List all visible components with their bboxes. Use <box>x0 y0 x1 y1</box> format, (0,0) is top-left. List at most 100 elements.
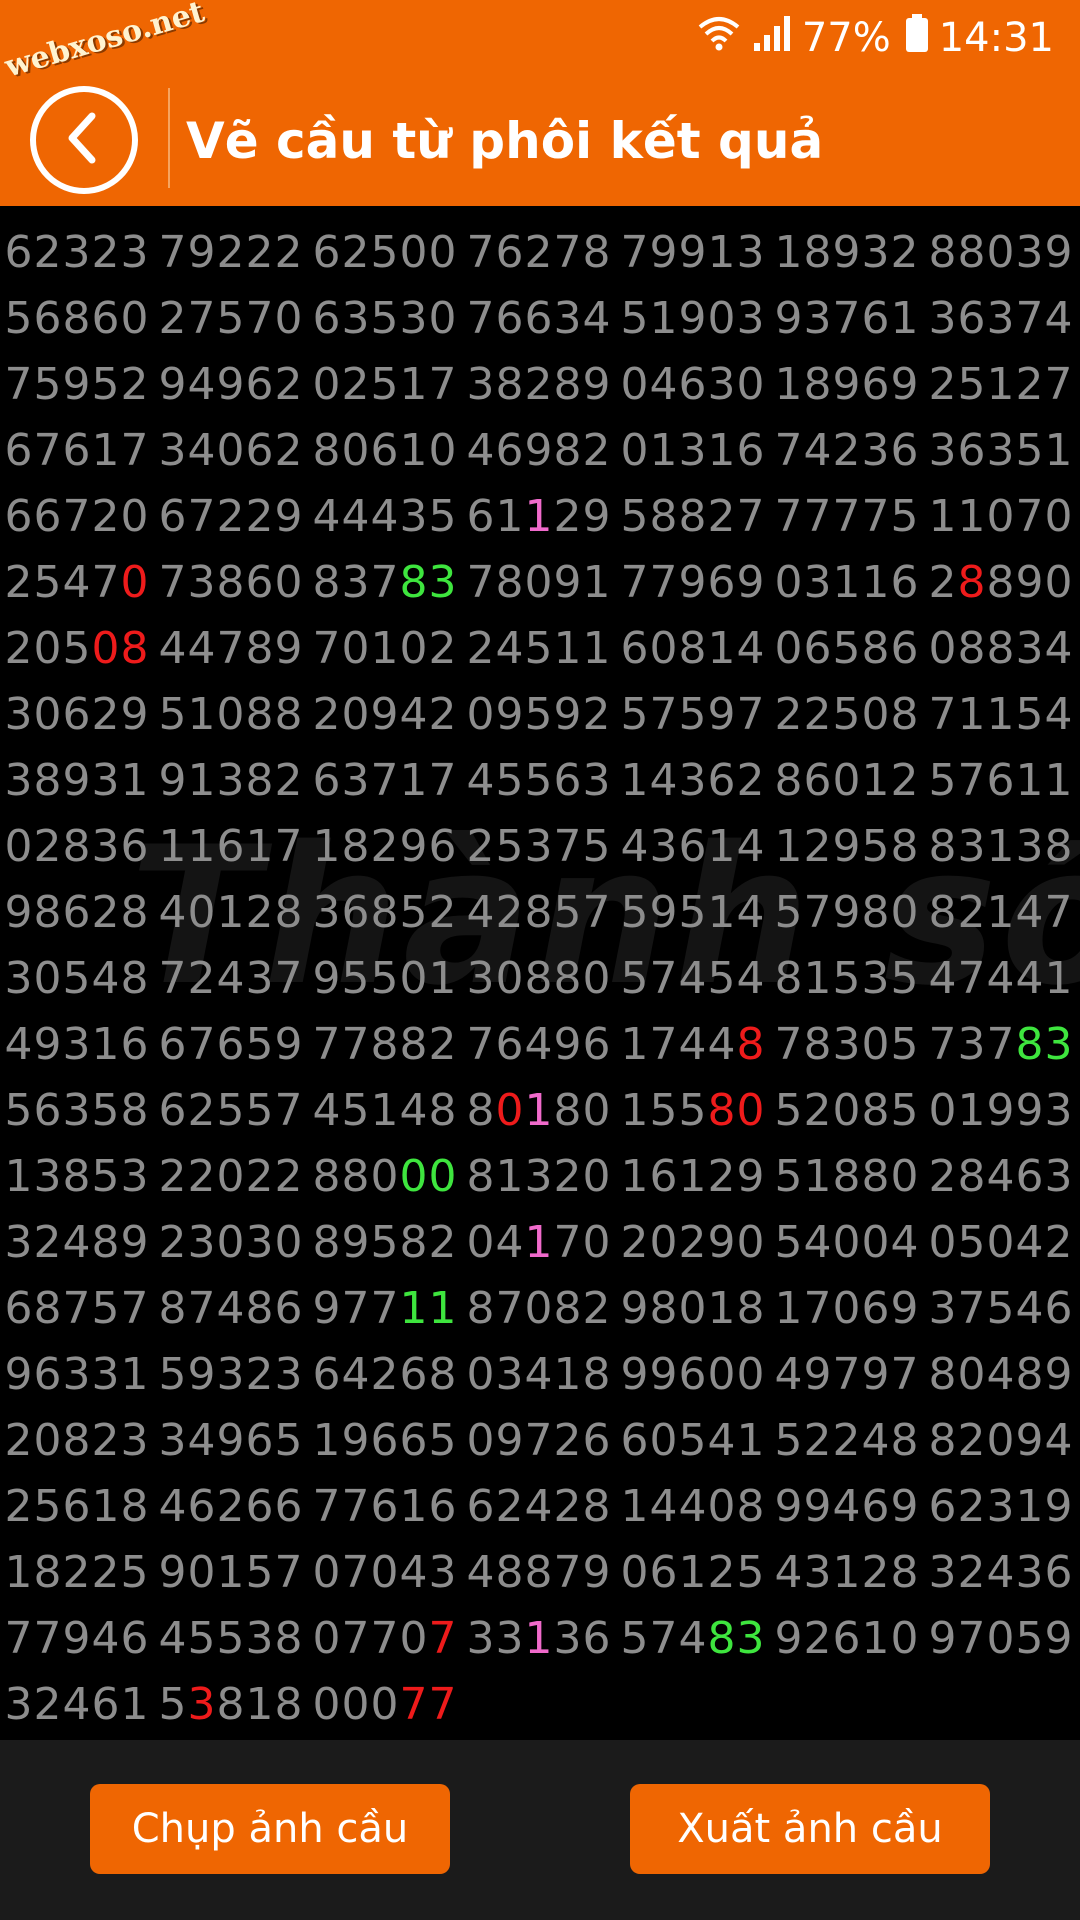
grid-cell: 91382 <box>156 748 306 814</box>
grid-cell: 14408 <box>618 1474 768 1540</box>
grid-cell: 76496 <box>464 1012 614 1078</box>
grid-cell: 03116 <box>772 550 922 616</box>
capture-image-button[interactable]: Chụp ảnh cầu <box>90 1784 450 1874</box>
digits: 04630 <box>620 359 766 410</box>
grid-cell: 78091 <box>464 550 614 616</box>
grid-cell: 03418 <box>464 1342 614 1408</box>
grid-row: 25618 46266 77616 62428 14408 99469 62319 <box>0 1474 1080 1540</box>
grid-cell: 12958 <box>772 814 922 880</box>
digits: 80610 <box>312 425 458 476</box>
grid-row: 30548 72437 95501 30880 57454 81535 47441 <box>0 946 1080 1012</box>
digits: 18296 <box>312 821 458 872</box>
grid-cell: 00077 <box>310 1672 460 1738</box>
digits: 91382 <box>158 755 304 806</box>
digits: 57980 <box>774 887 920 938</box>
grid-cell: 32436 <box>926 1540 1076 1606</box>
battery-percent: 77% <box>801 15 891 61</box>
grid-cell: 75952 <box>2 352 152 418</box>
grid-cell: 36852 <box>310 880 460 946</box>
digits: 07043 <box>312 1547 458 1598</box>
grid-cell: 11070 <box>926 484 1076 550</box>
grid-cell: 70102 <box>310 616 460 682</box>
grid-cell: 72437 <box>156 946 306 1012</box>
grid-cell: 73783 <box>926 1012 1076 1078</box>
digits: 43614 <box>620 821 766 872</box>
grid-cell: 20290 <box>618 1210 768 1276</box>
grid-cell: 57597 <box>618 682 768 748</box>
grid-row: 18225 90157 07043 48879 06125 43128 32436 <box>0 1540 1080 1606</box>
highlighted-digits: 83 <box>1015 1019 1074 1070</box>
grid-cell: 43614 <box>618 814 768 880</box>
digits: 61 <box>466 491 525 542</box>
grid-cell: 06125 <box>618 1540 768 1606</box>
highlighted-digits: 1 <box>524 1085 554 1136</box>
grid-cell: 09726 <box>464 1408 614 1474</box>
grid-cell: 45148 <box>310 1078 460 1144</box>
digits: 87082 <box>466 1283 612 1334</box>
digits: 32489 <box>4 1217 150 1268</box>
export-image-button[interactable]: Xuất ảnh cầu <box>630 1784 990 1874</box>
grid-row: 49316 67659 77882 76496 17448 78305 73783 <box>0 1012 1080 1078</box>
battery-icon <box>905 13 929 63</box>
highlighted-digits: 7 <box>428 1613 458 1664</box>
digits: 59514 <box>620 887 766 938</box>
grid-cell: 68757 <box>2 1276 152 1342</box>
digits: 837 <box>312 557 400 608</box>
digits: 37546 <box>928 1283 1074 1334</box>
back-button[interactable] <box>30 86 138 194</box>
grid-cell: 60814 <box>618 616 768 682</box>
highlighted-digits: 77 <box>399 1679 458 1730</box>
digits: 75952 <box>4 359 150 410</box>
digits: 03116 <box>774 557 920 608</box>
grid-cell: 52085 <box>772 1078 922 1144</box>
grid-cell: 14362 <box>618 748 768 814</box>
grid-cell: 67659 <box>156 1012 306 1078</box>
digits: 18969 <box>774 359 920 410</box>
grid-cell: 33136 <box>464 1606 614 1672</box>
grid-cell: 13853 <box>2 1144 152 1210</box>
digits: 58827 <box>620 491 766 542</box>
grid-row: 66720 67229 44435 61129 58827 77775 11070 <box>0 484 1080 550</box>
digits: 93761 <box>774 293 920 344</box>
digits: 79222 <box>158 227 304 278</box>
highlighted-digits: 8 <box>957 557 987 608</box>
digits: 99469 <box>774 1481 920 1532</box>
digits: 76634 <box>466 293 612 344</box>
grid-cell: 30548 <box>2 946 152 1012</box>
highlighted-digits: 00 <box>399 1151 458 1202</box>
grid-cell: 38931 <box>2 748 152 814</box>
digits: 78091 <box>466 557 612 608</box>
grid-cell: 15580 <box>618 1078 768 1144</box>
grid-cell: 87486 <box>156 1276 306 1342</box>
digits: 77775 <box>774 491 920 542</box>
grid-cell: 11617 <box>156 814 306 880</box>
highlighted-digits: 1 <box>524 491 554 542</box>
digits: 76496 <box>466 1019 612 1070</box>
highlighted-digits: 3 <box>187 1679 217 1730</box>
grid-cell: 24511 <box>464 616 614 682</box>
digits: 49797 <box>774 1349 920 1400</box>
grid-cell: 81320 <box>464 1144 614 1210</box>
digits: 25375 <box>466 821 612 872</box>
grid-cell: 98628 <box>2 880 152 946</box>
grid-cell: 52248 <box>772 1408 922 1474</box>
grid-cell: 47441 <box>926 946 1076 1012</box>
digits: 25618 <box>4 1481 150 1532</box>
digits: 78305 <box>774 1019 920 1070</box>
grid-cell: 57454 <box>618 946 768 1012</box>
grid-cell: 45563 <box>464 748 614 814</box>
digits: 2 <box>928 557 958 608</box>
digits: 82094 <box>928 1415 1074 1466</box>
grid-cell: 76634 <box>464 286 614 352</box>
digits: 49316 <box>4 1019 150 1070</box>
grid-row: 02836 11617 18296 25375 43614 12958 83138 <box>0 814 1080 880</box>
grid-cell: 73860 <box>156 550 306 616</box>
grid-row: 67617 34062 80610 46982 01316 74236 36351 <box>0 418 1080 484</box>
grid-cell: 20942 <box>310 682 460 748</box>
grid-cell: 78305 <box>772 1012 922 1078</box>
grid-cell: 61129 <box>464 484 614 550</box>
grid-cell: 51903 <box>618 286 768 352</box>
grid-cell: 62319 <box>926 1474 1076 1540</box>
digits: 94962 <box>158 359 304 410</box>
grid-cell: 30880 <box>464 946 614 1012</box>
